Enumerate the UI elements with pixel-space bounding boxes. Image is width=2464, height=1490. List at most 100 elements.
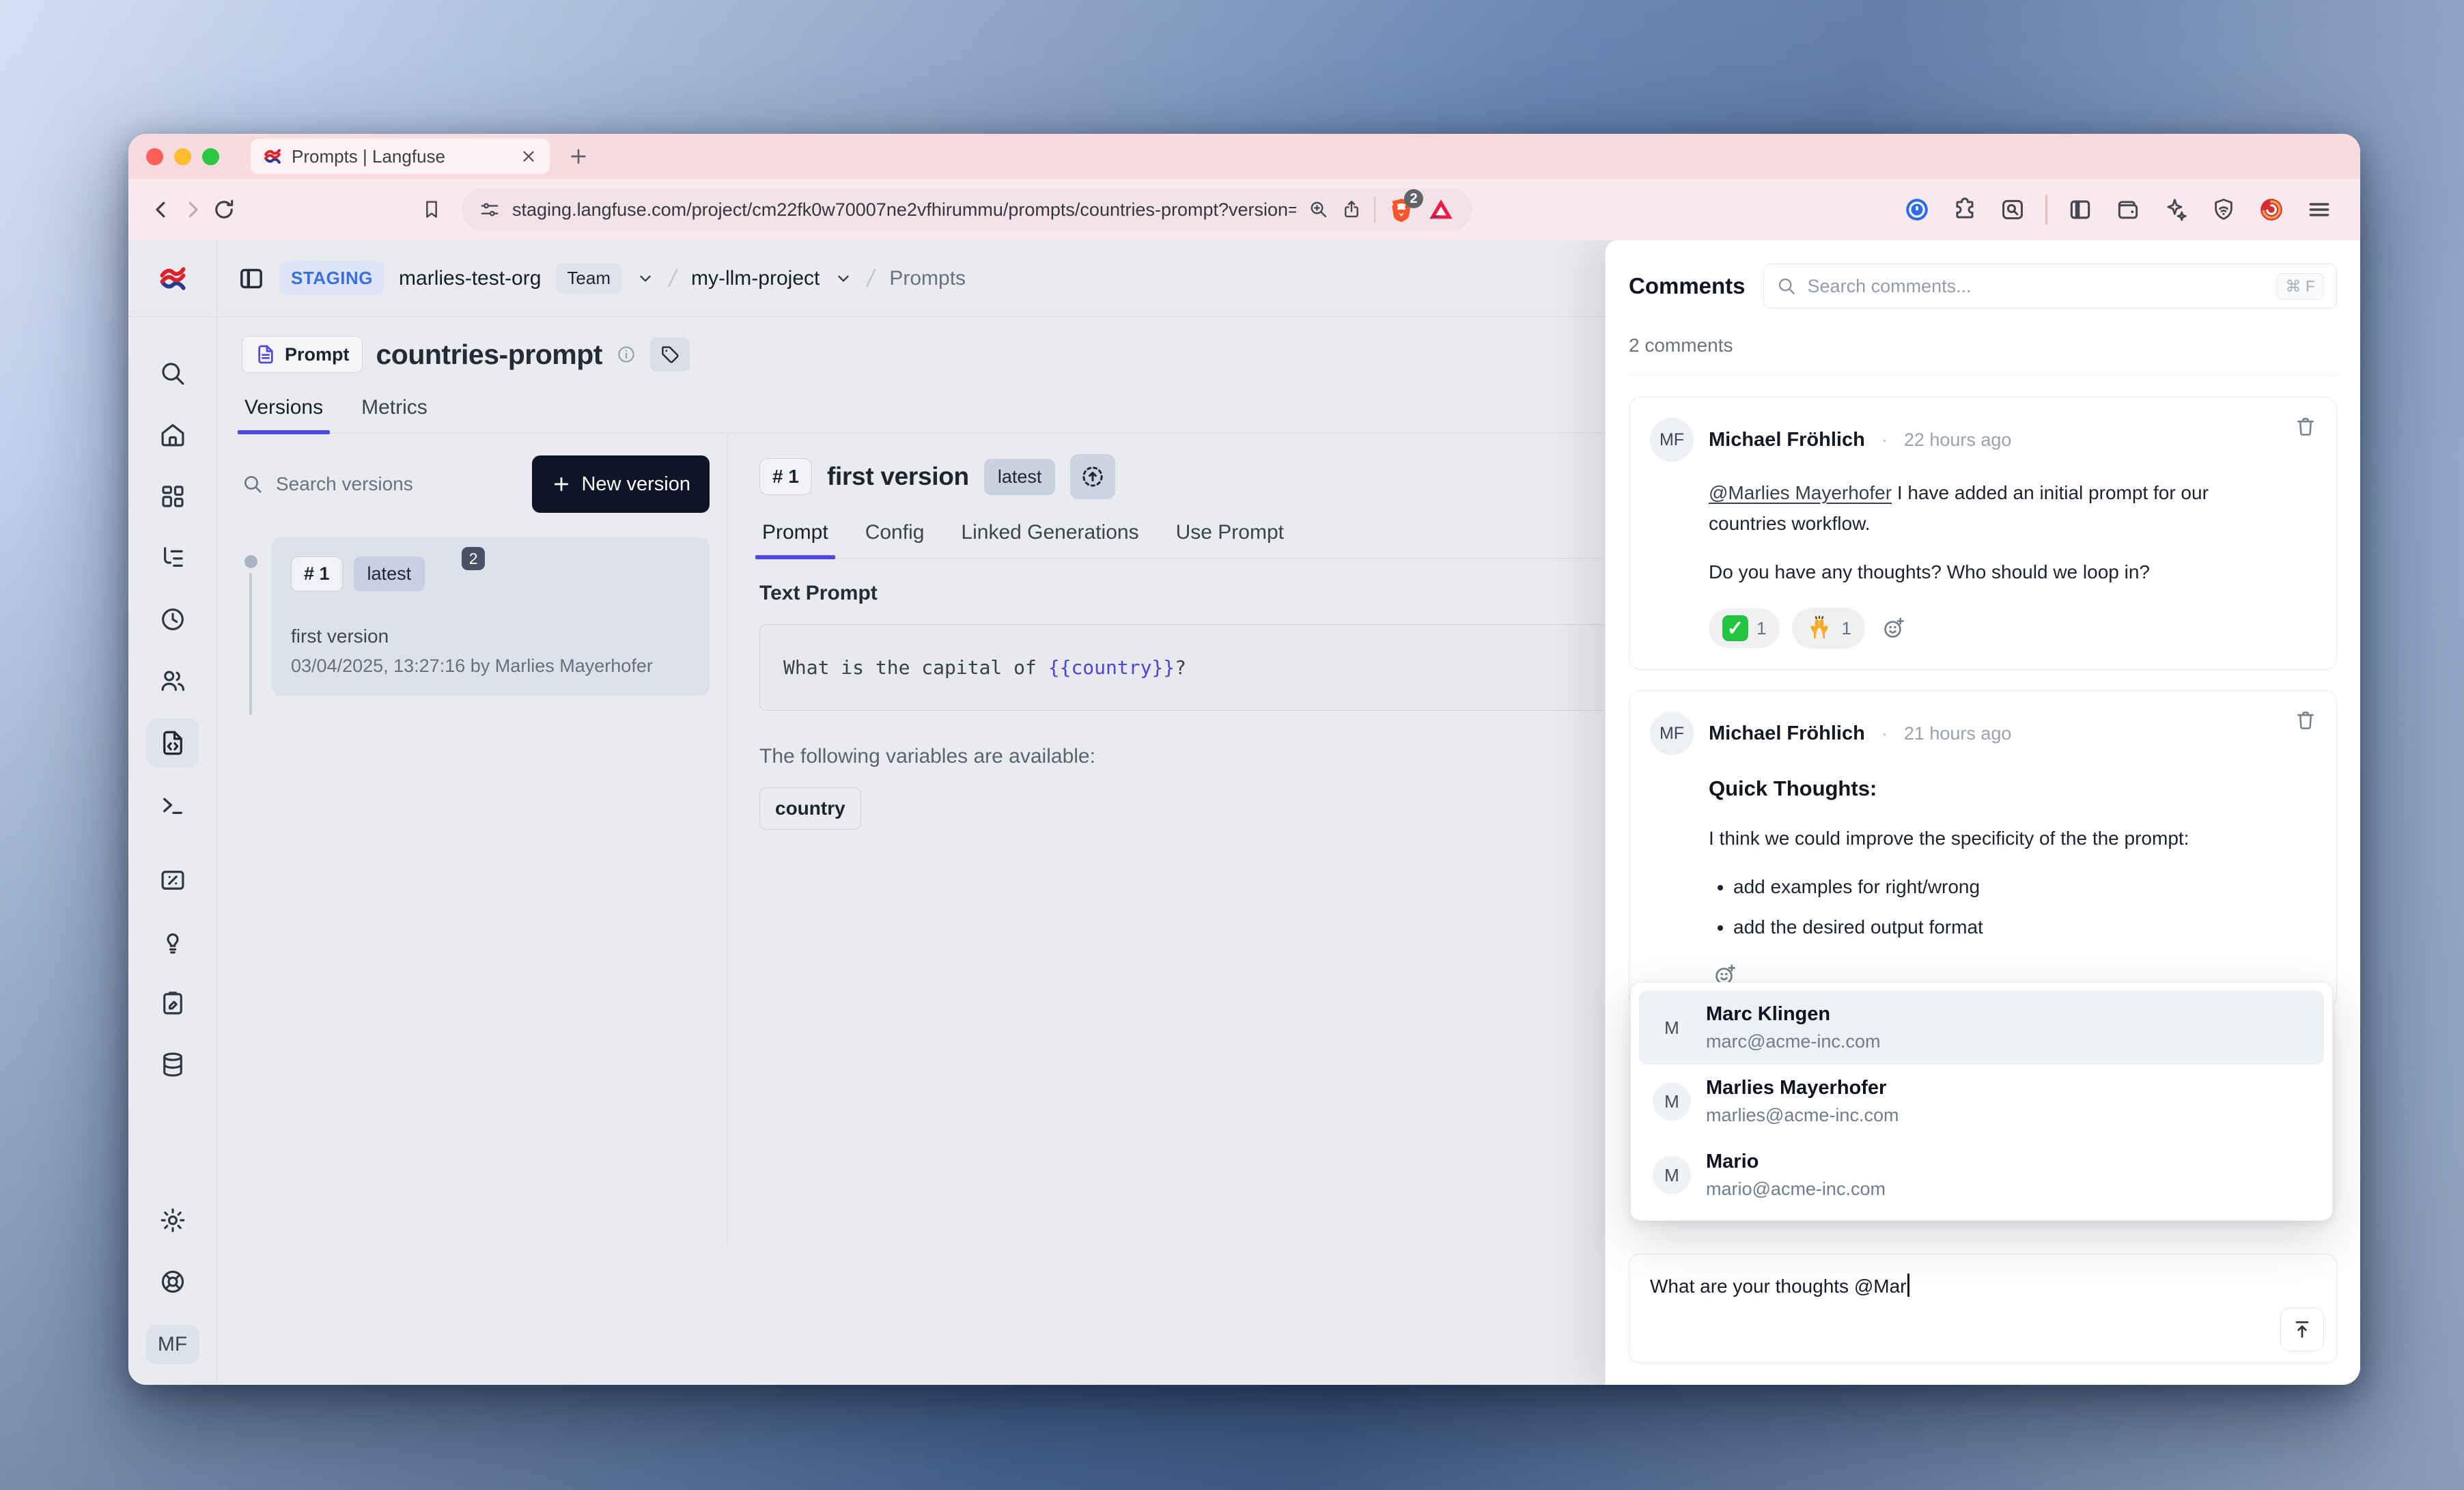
comments-search-box[interactable]: ⌘ F (1763, 264, 2337, 309)
comment-1-body: @Marlies Mayerhofer I have added an init… (1709, 478, 2262, 587)
tab-metrics[interactable]: Metrics (359, 396, 430, 433)
vpn-shield-icon[interactable] (2211, 197, 2237, 223)
back-icon[interactable] (149, 197, 173, 222)
settings-gear-icon[interactable] (158, 1206, 187, 1235)
dashboards-icon[interactable] (158, 482, 187, 511)
prompt-text: What is the capital of (783, 656, 1048, 679)
breadcrumb-section[interactable]: Prompts (889, 267, 966, 290)
promote-version-button[interactable] (1070, 454, 1115, 499)
tab-prompt[interactable]: Prompt (759, 521, 831, 558)
comment-2-separator: · (1881, 723, 1888, 744)
datasets-database-icon[interactable] (158, 1050, 187, 1079)
comment-1-header: MF Michael Fröhlich · 22 hours ago (1650, 418, 2316, 462)
prompt-document-icon (255, 343, 277, 365)
deploy-arrow-up-icon (1080, 464, 1106, 490)
comment-2-header: MF Michael Fröhlich · 21 hours ago (1650, 712, 2316, 755)
reaction-hands-pill[interactable]: 1 (1792, 608, 1864, 649)
tab-close-icon[interactable] (520, 147, 537, 165)
mention-name: Marlies Mayerhofer (1706, 1077, 1899, 1099)
comments-search-input[interactable] (1806, 275, 2267, 298)
variable-chip-country: country (759, 787, 861, 830)
comments-search-icon (1776, 276, 1797, 296)
reload-icon[interactable] (212, 197, 236, 222)
firefox-relay-swirl-icon[interactable] (2258, 197, 2284, 223)
mention-email: marc@acme-inc.com (1706, 1031, 1880, 1052)
mention-avatar: M (1653, 1156, 1691, 1194)
comment-1-text-2: Do you have any thoughts? Who should we … (1709, 557, 2262, 588)
site-settings-icon[interactable] (479, 199, 500, 220)
comment-composer[interactable]: What are your thoughts @Mar (1629, 1254, 2337, 1363)
window-controls (146, 148, 219, 165)
tab-linked-generations[interactable]: Linked Generations (958, 521, 1141, 558)
tab-use-prompt[interactable]: Use Prompt (1173, 521, 1287, 558)
org-chevron-down-icon[interactable] (636, 270, 654, 287)
url-text[interactable]: staging.langfuse.com/project/cm22fk0w700… (512, 199, 1296, 221)
breadcrumb-project[interactable]: my-llm-project (691, 267, 820, 290)
mention-option-mario[interactable]: M Mario mario@acme-inc.com (1639, 1138, 2324, 1212)
sidebar-toggle-icon[interactable] (238, 265, 265, 292)
project-chevron-down-icon[interactable] (835, 270, 852, 287)
mention-email: marlies@acme-inc.com (1706, 1105, 1899, 1126)
users-icon[interactable] (158, 666, 187, 695)
tag-button[interactable] (650, 337, 690, 371)
tab-config[interactable]: Config (863, 521, 927, 558)
add-reaction-icon[interactable] (1881, 616, 1906, 641)
share-icon[interactable] (1341, 199, 1362, 220)
sidebar-item-prompts-active[interactable] (147, 718, 199, 768)
prompt-variable-token: {{country}} (1048, 656, 1175, 679)
forward-icon[interactable] (180, 197, 205, 222)
home-icon[interactable] (158, 421, 187, 449)
search-extension-icon[interactable] (2000, 197, 2026, 223)
zoom-page-icon[interactable] (1308, 199, 1329, 220)
version-meta: 03/04/2025, 13:27:16 by Marlies Mayerhof… (291, 656, 690, 677)
breadcrumb: STAGING marlies-test-org Team / my-llm-p… (217, 240, 966, 316)
environment-badge: STAGING (280, 262, 384, 295)
onepassword-extension-icon[interactable] (1904, 197, 1930, 223)
new-version-button[interactable]: New version (532, 455, 710, 513)
playground-terminal-icon[interactable] (158, 791, 187, 819)
wallet-icon[interactable] (2115, 197, 2141, 223)
tab-versions[interactable]: Versions (242, 396, 326, 433)
versions-search-row: New version (242, 455, 710, 513)
minimize-window-button[interactable] (174, 148, 191, 165)
extensions-puzzle-icon[interactable] (1952, 197, 1978, 223)
plus-icon (551, 474, 572, 494)
mention-link[interactable]: @Marlies Mayerhofer (1709, 482, 1892, 503)
delete-comment-icon[interactable] (2294, 709, 2317, 732)
sidebar-panel-icon[interactable] (2067, 197, 2093, 223)
browser-titlebar: Prompts | Langfuse (128, 134, 2360, 179)
lightbulb-icon[interactable] (158, 927, 187, 956)
new-tab-button[interactable] (568, 145, 589, 167)
close-window-button[interactable] (146, 148, 163, 165)
user-avatar[interactable]: MF (146, 1325, 199, 1364)
detail-version-number: # 1 (759, 458, 812, 495)
timeline-dot (244, 555, 257, 568)
submit-comment-button[interactable] (2280, 1308, 2324, 1351)
delete-comment-icon[interactable] (2294, 415, 2317, 438)
leo-ai-sparkles-icon[interactable] (2163, 197, 2189, 223)
sessions-clock-icon[interactable] (158, 605, 187, 634)
comment-2-bullet-1: add examples for right/wrong (1733, 872, 2262, 903)
annotation-queues-icon[interactable] (158, 989, 187, 1017)
reaction-check-pill[interactable]: ✓ 1 (1709, 608, 1780, 648)
menu-hamburger-icon[interactable] (2306, 197, 2332, 223)
prompt-code-box[interactable]: What is the capital of {{country}}? (759, 624, 1647, 711)
version-list-item[interactable]: # 1 latest 2 first version (272, 537, 710, 696)
brave-rewards-icon[interactable] (1427, 196, 1455, 223)
support-lifebuoy-icon[interactable] (158, 1267, 187, 1296)
brave-shield-icon[interactable]: 2 (1388, 196, 1415, 223)
bookmark-icon[interactable] (421, 199, 443, 221)
search-icon[interactable] (158, 359, 187, 388)
mention-option-marc[interactable]: M Marc Klingen marc@acme-inc.com (1639, 991, 2324, 1065)
maximize-window-button[interactable] (202, 148, 219, 165)
address-bar[interactable]: staging.langfuse.com/project/cm22fk0w700… (462, 188, 1472, 231)
tracing-icon[interactable] (158, 544, 187, 572)
browser-tab[interactable]: Prompts | Langfuse (251, 139, 550, 174)
evaluation-icon[interactable] (158, 866, 187, 895)
info-icon[interactable] (616, 344, 636, 365)
breadcrumb-org[interactable]: marlies-test-org (399, 267, 541, 290)
comments-title: Comments (1629, 273, 1746, 299)
search-versions-input[interactable] (275, 473, 521, 496)
langfuse-logo[interactable] (128, 240, 217, 316)
mention-option-marlies[interactable]: M Marlies Mayerhofer marlies@acme-inc.co… (1639, 1065, 2324, 1138)
